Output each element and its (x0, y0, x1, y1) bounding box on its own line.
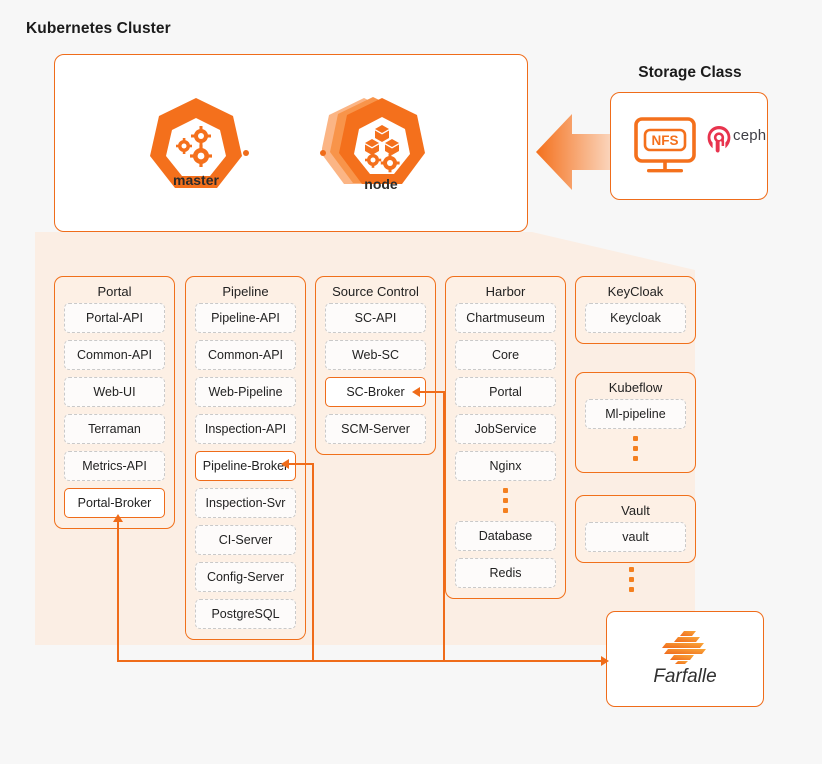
storage-class-card: NFS ceph (610, 92, 768, 200)
group-title: Source Control (332, 284, 419, 299)
service-keycloak[interactable]: Keycloak (585, 303, 686, 333)
kubernetes-master-label: master (173, 172, 219, 188)
kubernetes-cluster-card (54, 54, 528, 232)
portal-broker-arrow (113, 514, 123, 522)
ceph-logo-icon (707, 126, 731, 153)
service-sc-api[interactable]: SC-API (325, 303, 426, 333)
service-ellipsis (576, 436, 695, 461)
ceph-label: ceph (733, 127, 767, 144)
group-title: Harbor (485, 284, 526, 299)
farfalle-logo-icon (662, 631, 706, 664)
group-source-control: Source Control SC-API Web-SC SC-Broker SCM-S… (315, 276, 436, 455)
group-title: KeyCloak (607, 284, 664, 299)
group-title: Kubeflow (608, 380, 663, 395)
service-vault[interactable]: vault (585, 522, 686, 552)
group-pipeline: Pipeline Pipeline-API Common-API Web-Pipeli… (185, 276, 306, 640)
service-inspection-svr[interactable]: Inspection-Svr (195, 488, 296, 518)
service-inspection-api[interactable]: Inspection-API (195, 414, 296, 444)
diagram-canvas: Kubernetes Cluster master node Storage C… (0, 0, 822, 764)
service-database[interactable]: Database (455, 521, 556, 551)
service-ellipsis (446, 488, 565, 513)
service-postgresql[interactable]: PostgreSQL (195, 599, 296, 629)
service-redis[interactable]: Redis (455, 558, 556, 588)
farfalle-card: Farfalle (606, 611, 764, 707)
service-web-sc[interactable]: Web-SC (325, 340, 426, 370)
group-title: Pipeline (222, 284, 269, 299)
service-ml-pipeline[interactable]: Ml-pipeline (585, 399, 686, 429)
pipeline-broker-branch (312, 463, 314, 661)
group-portal: Portal Portal-API Common-API Web-UI Terraman… (54, 276, 175, 529)
service-metrics-api[interactable]: Metrics-API (64, 451, 165, 481)
pipeline-broker-stub (288, 463, 314, 465)
group-harbor: Harbor Chartmuseum Core Portal JobService Ngi… (445, 276, 566, 599)
service-nginx[interactable]: Nginx (455, 451, 556, 481)
link-dot-node (320, 150, 326, 156)
kubernetes-cluster-title: Kubernetes Cluster (26, 20, 171, 37)
group-vault: Vault vault (575, 495, 696, 563)
service-common-api[interactable]: Common-API (64, 340, 165, 370)
farfalle-label: Farfalle (653, 666, 717, 687)
service-web-ui[interactable]: Web-UI (64, 377, 165, 407)
portal-broker-branch (117, 522, 119, 661)
service-portal[interactable]: Portal (455, 377, 556, 407)
service-jobservice[interactable]: JobService (455, 414, 556, 444)
nfs-label: NFS (652, 133, 679, 148)
sc-broker-branch (443, 391, 445, 661)
group-title: Portal (97, 284, 132, 299)
storage-class-title: Storage Class (638, 64, 742, 81)
service-pipeline-api[interactable]: Pipeline-API (195, 303, 296, 333)
bus-to-farfalle-arrow (601, 656, 609, 666)
broker-bus-line (117, 660, 604, 662)
group-kubeflow: Kubeflow Ml-pipeline (575, 372, 696, 473)
sc-broker-arrow (412, 387, 420, 397)
service-config-server[interactable]: Config-Server (195, 562, 296, 592)
kubernetes-master-node: master (146, 96, 246, 196)
service-web-pipeline[interactable]: Web-Pipeline (195, 377, 296, 407)
service-scm-server[interactable]: SCM-Server (325, 414, 426, 444)
service-common-api[interactable]: Common-API (195, 340, 296, 370)
service-core[interactable]: Core (455, 340, 556, 370)
vault-ellipsis (629, 567, 634, 592)
link-dot-master (243, 150, 249, 156)
group-keycloak: KeyCloak Keycloak (575, 276, 696, 344)
kubernetes-worker-node: node (321, 96, 440, 198)
kubernetes-node-label: node (364, 176, 398, 192)
service-portal-api[interactable]: Portal-API (64, 303, 165, 333)
pipeline-broker-arrow (281, 459, 289, 469)
nfs-monitor-icon: NFS (634, 117, 696, 173)
service-ci-server[interactable]: CI-Server (195, 525, 296, 555)
sc-broker-stub (419, 391, 445, 393)
service-sc-broker[interactable]: SC-Broker (325, 377, 426, 407)
service-chartmuseum[interactable]: Chartmuseum (455, 303, 556, 333)
group-title: Vault (621, 503, 650, 518)
service-terraman[interactable]: Terraman (64, 414, 165, 444)
